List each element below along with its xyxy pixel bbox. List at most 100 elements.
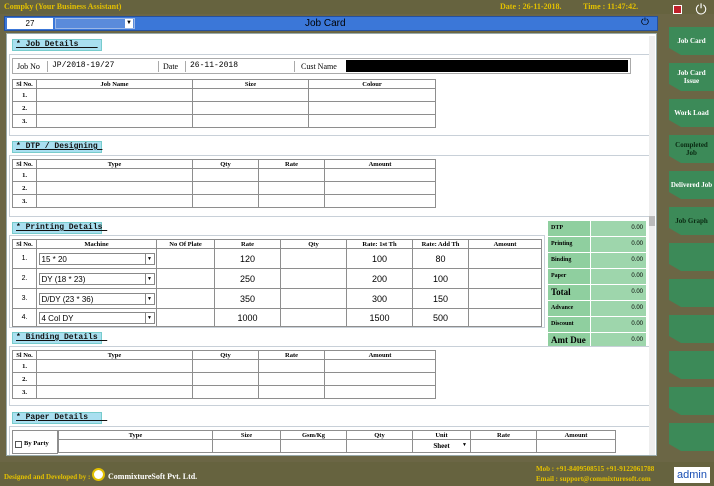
row-number: 2.: [12, 101, 37, 115]
sidebar-item-empty[interactable]: [669, 279, 714, 307]
sidebar-item-empty[interactable]: [669, 351, 714, 379]
summary-row: Paper 0.00: [548, 269, 646, 284]
sidebar-item-empty[interactable]: [669, 423, 714, 451]
rate-1st-cell[interactable]: 100: [346, 248, 413, 269]
col-type: Type: [36, 159, 193, 169]
sidebar-item-work-load[interactable]: Work Load: [669, 99, 714, 127]
sidebar-item-job-card[interactable]: Job Card: [669, 27, 714, 55]
plate-cell[interactable]: [156, 248, 215, 269]
chevron-down-icon[interactable]: ▼: [144, 293, 154, 304]
job-selector[interactable]: ▼: [55, 18, 135, 29]
summary-value: 0.00: [590, 237, 646, 252]
job-no-field[interactable]: JP/2018-19/27: [47, 61, 159, 72]
scrollbar-thumb[interactable]: [649, 216, 655, 226]
chevron-down-icon[interactable]: ▼: [144, 273, 154, 284]
plate-cell[interactable]: [156, 288, 215, 309]
sidebar: Job Card Job Card Issue Work Load Completed…: [669, 27, 714, 459]
sidebar-item-completed-job[interactable]: Completed Job: [669, 135, 714, 163]
rate-add-cell[interactable]: 500: [412, 308, 469, 327]
amount-cell: [468, 308, 542, 327]
sidebar-item-empty[interactable]: [669, 387, 714, 415]
rate-cell[interactable]: 1000: [214, 308, 281, 327]
rate-add-cell[interactable]: 150: [412, 288, 469, 309]
table-row[interactable]: 3.: [12, 114, 436, 128]
table-row[interactable]: 1. 15 * 20 ▼ 120 100 80: [12, 248, 542, 269]
col-qty: Qty: [192, 350, 259, 360]
qty-cell[interactable]: [280, 248, 347, 269]
machine-select[interactable]: 4 Col DY ▼: [38, 311, 155, 324]
sidebar-item-empty[interactable]: [669, 243, 714, 271]
row-number: 2.: [12, 268, 37, 289]
stop-icon[interactable]: [673, 5, 682, 14]
col-unit: Unit: [412, 430, 471, 440]
power-icon[interactable]: ⏻: [693, 3, 709, 21]
machine-value: 15 * 20: [41, 254, 67, 264]
table-row[interactable]: 3.: [12, 385, 436, 399]
job-number-field[interactable]: 27: [7, 18, 53, 29]
job-info-row: Job No JP/2018-19/27 Date 26-11-2018 Cus…: [12, 58, 631, 74]
table-row[interactable]: 2.: [12, 181, 436, 195]
col-qty: Qty: [280, 239, 347, 249]
rate-1st-cell[interactable]: 200: [346, 268, 413, 289]
rate-add-cell[interactable]: 100: [412, 268, 469, 289]
dtp-header: * DTP / Designing: [12, 141, 102, 153]
machine-select[interactable]: D/DY (23 * 36) ▼: [38, 292, 155, 305]
col-rate-1st: Rate: 1st Th: [346, 239, 413, 249]
cust-name-field[interactable]: [346, 60, 628, 72]
row-number: 1.: [12, 248, 37, 269]
rate-cell[interactable]: 350: [214, 288, 281, 309]
table-row[interactable]: 3. D/DY (23 * 36) ▼ 350 300 150: [12, 288, 542, 309]
printing-table: Sl No. Machine No Of Plate Rate Qty Rate: 1st…: [12, 239, 542, 327]
table-row[interactable]: Sheet ▼: [58, 439, 616, 453]
col-amount: Amount: [324, 350, 436, 360]
table-row[interactable]: 2. DY (18 * 23) ▼ 250 200 100: [12, 268, 542, 289]
machine-value: DY (18 * 23): [41, 274, 86, 284]
col-type: Type: [58, 430, 213, 440]
qty-cell[interactable]: [280, 268, 347, 289]
machine-select[interactable]: 15 * 20 ▼: [38, 252, 155, 265]
table-row[interactable]: 4. 4 Col DY ▼ 1000 1500 500: [12, 308, 542, 327]
qty-cell[interactable]: [280, 308, 347, 327]
app-footer: Designed and Developed by : CommixtureSo…: [0, 462, 714, 486]
job-date-field[interactable]: 26-11-2018: [185, 61, 295, 72]
sidebar-item-delivered-job[interactable]: Delivered Job: [669, 171, 714, 199]
table-row[interactable]: 2.: [12, 101, 436, 115]
app-top-bar: Compky (Your Business Assistant) Date : …: [0, 0, 714, 14]
machine-select[interactable]: DY (18 * 23) ▼: [38, 272, 155, 285]
table-row[interactable]: 2.: [12, 372, 436, 386]
chevron-down-icon[interactable]: ▼: [462, 443, 467, 448]
col-rate: Rate: [258, 350, 325, 360]
by-party-checkbox[interactable]: [15, 441, 22, 448]
vertical-scrollbar[interactable]: [649, 36, 655, 455]
summary-row: Printing 0.00: [548, 237, 646, 252]
plate-cell[interactable]: [156, 308, 215, 327]
qty-cell[interactable]: [280, 288, 347, 309]
plate-cell[interactable]: [156, 268, 215, 289]
sidebar-item-job-card-issue[interactable]: Job Card Issue: [669, 63, 714, 91]
rate-1st-cell[interactable]: 300: [346, 288, 413, 309]
sidebar-item-job-graph[interactable]: Job Graph: [669, 207, 714, 235]
rate-cell[interactable]: 120: [214, 248, 281, 269]
chevron-down-icon[interactable]: ▼: [125, 19, 133, 28]
summary-label: Discount: [548, 317, 590, 332]
close-power-icon[interactable]: ⏻: [639, 17, 651, 29]
rate-1st-cell[interactable]: 1500: [346, 308, 413, 327]
table-row[interactable]: 1.: [12, 88, 436, 102]
by-party-label: By Party: [24, 440, 49, 447]
summary-label: Binding: [548, 253, 590, 268]
col-size: Size: [212, 430, 281, 440]
rate-cell[interactable]: 250: [214, 268, 281, 289]
table-row[interactable]: 1.: [12, 168, 436, 182]
summary-value: 0.00: [590, 253, 646, 268]
date-label: Date: [163, 62, 179, 71]
rate-add-cell[interactable]: 80: [412, 248, 469, 269]
chevron-down-icon[interactable]: ▼: [144, 312, 154, 323]
col-size: Size: [192, 79, 309, 89]
sidebar-item-empty[interactable]: [669, 315, 714, 343]
table-row[interactable]: 1.: [12, 359, 436, 373]
app-name: Compky (Your Business Assistant): [4, 2, 122, 11]
chevron-down-icon[interactable]: ▼: [144, 253, 154, 264]
table-row[interactable]: 3.: [12, 194, 436, 208]
unit-select-value[interactable]: Sheet: [433, 442, 449, 450]
user-badge[interactable]: admin: [674, 467, 710, 483]
